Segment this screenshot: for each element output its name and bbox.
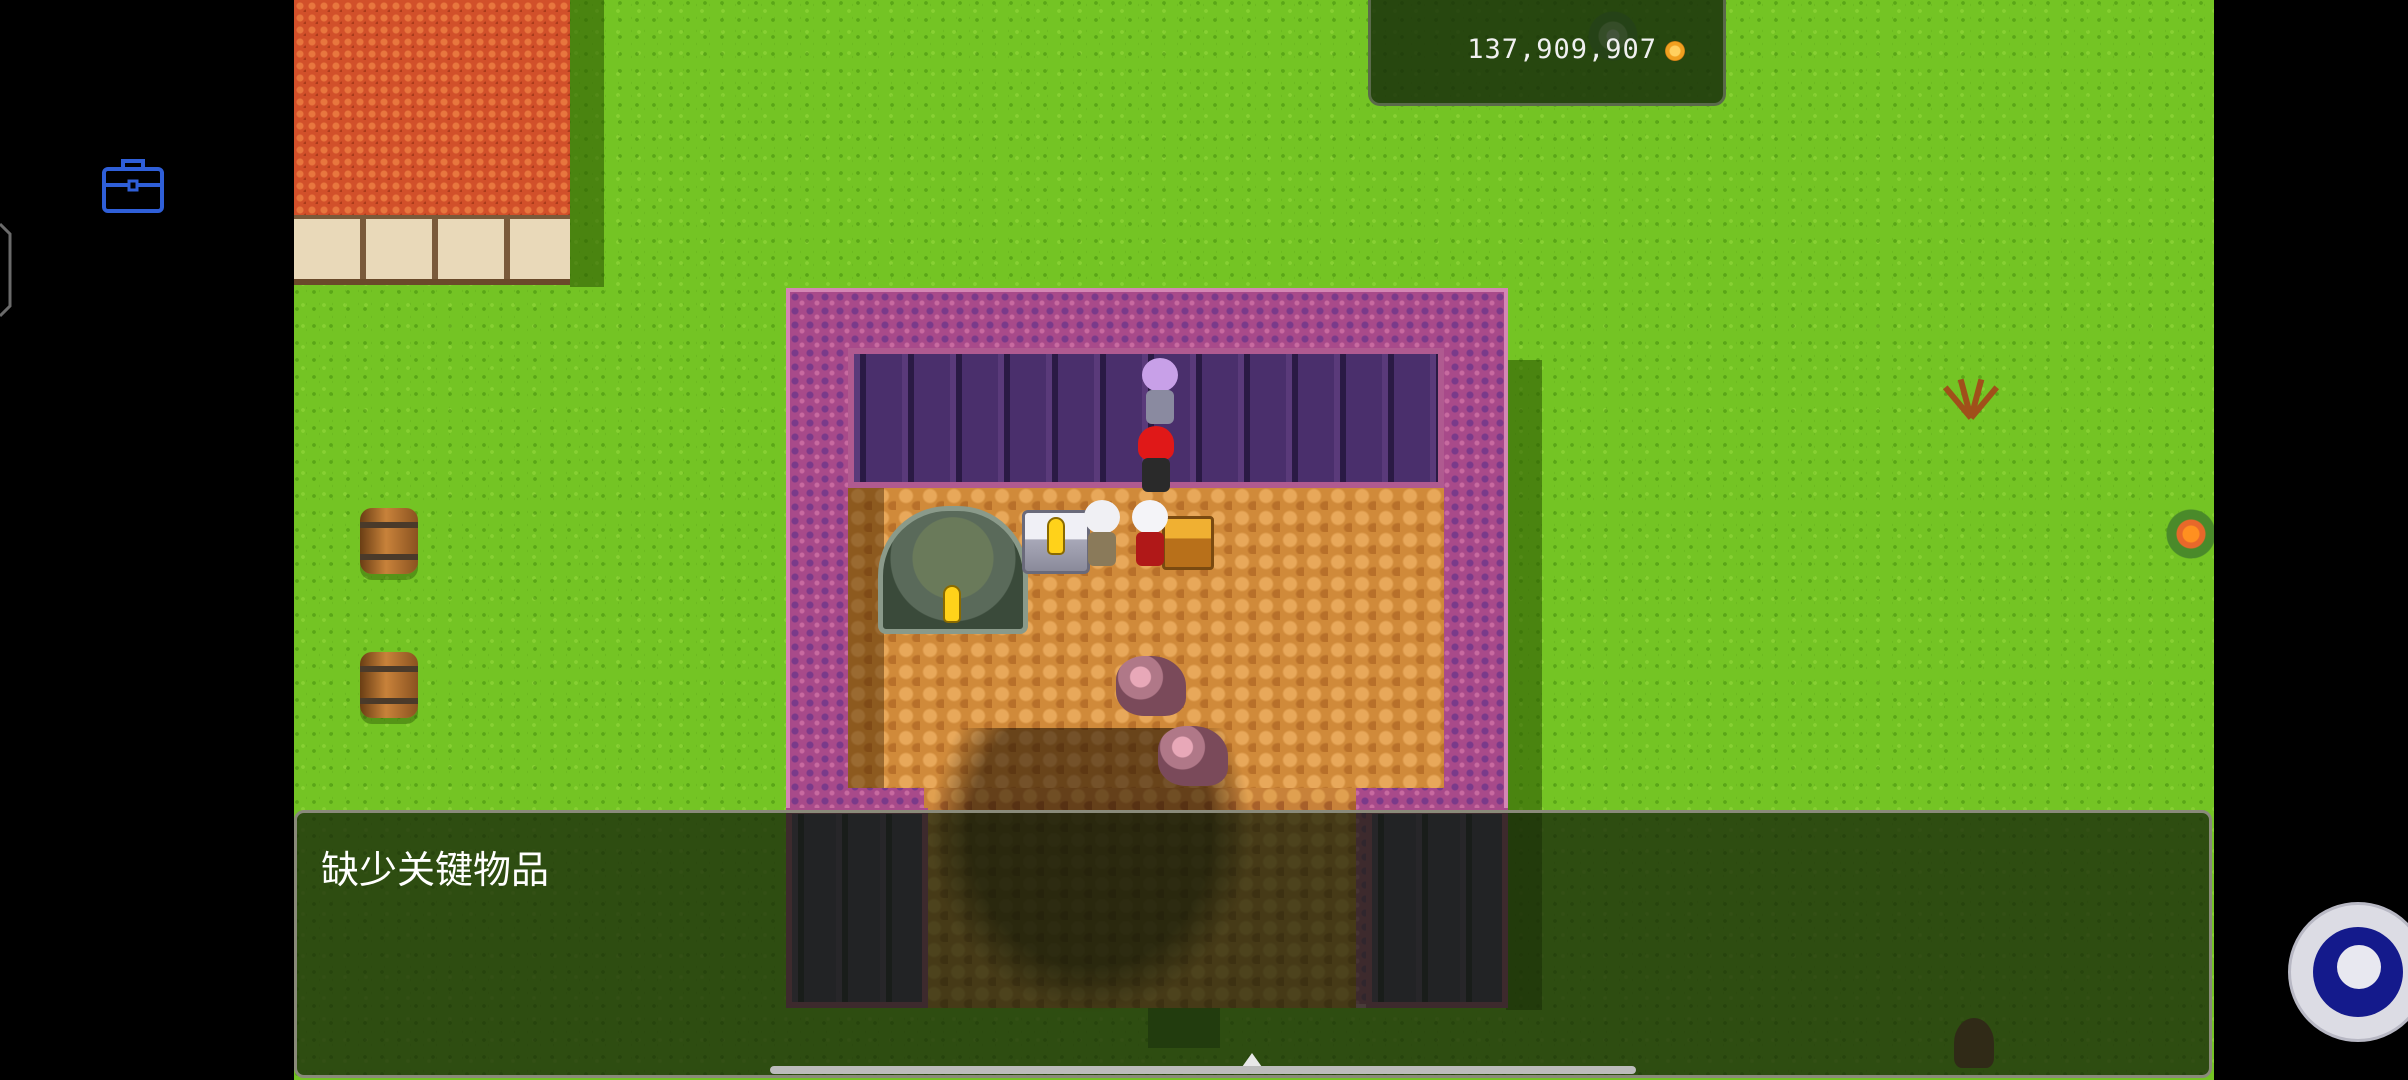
tiled-roof — [294, 0, 570, 215]
side-edge-handle[interactable] — [0, 220, 16, 320]
character-white-hair[interactable] — [1076, 500, 1128, 570]
orange-flower-bush — [2162, 508, 2214, 560]
character-lavender-hair[interactable] — [1134, 358, 1186, 428]
inventory-button[interactable] — [100, 155, 166, 215]
rock-pile — [1116, 656, 1186, 716]
quest-marker-icon — [1049, 519, 1063, 553]
building-shadow — [570, 0, 604, 287]
barrel[interactable] — [360, 508, 418, 574]
gold-amount: 137,909,907 — [1467, 34, 1657, 65]
floor-shadow — [848, 488, 884, 788]
dry-plant — [1942, 378, 2000, 422]
stone-gate[interactable] — [878, 506, 1028, 634]
message-window[interactable]: 缺少关键物品 — [294, 810, 2212, 1078]
barrel[interactable] — [360, 652, 418, 718]
gold-counter-panel: 137,909,907 — [1368, 0, 1726, 106]
rock-pile — [1158, 726, 1228, 786]
home-indicator-bar[interactable] — [770, 1066, 1636, 1074]
message-continue-cursor-icon — [1242, 1053, 1262, 1067]
house-roof-building — [294, 0, 570, 285]
character-white-hair-red-cloak[interactable] — [1124, 500, 1176, 570]
coin-icon — [1665, 41, 1685, 61]
briefcase-icon — [102, 159, 164, 213]
assistive-touch-icon — [2313, 927, 2403, 1017]
message-text: 缺少关键物品 — [321, 848, 550, 892]
house-wall — [294, 215, 570, 285]
character-red-hat[interactable] — [1130, 426, 1182, 496]
quest-marker-icon — [945, 587, 959, 621]
